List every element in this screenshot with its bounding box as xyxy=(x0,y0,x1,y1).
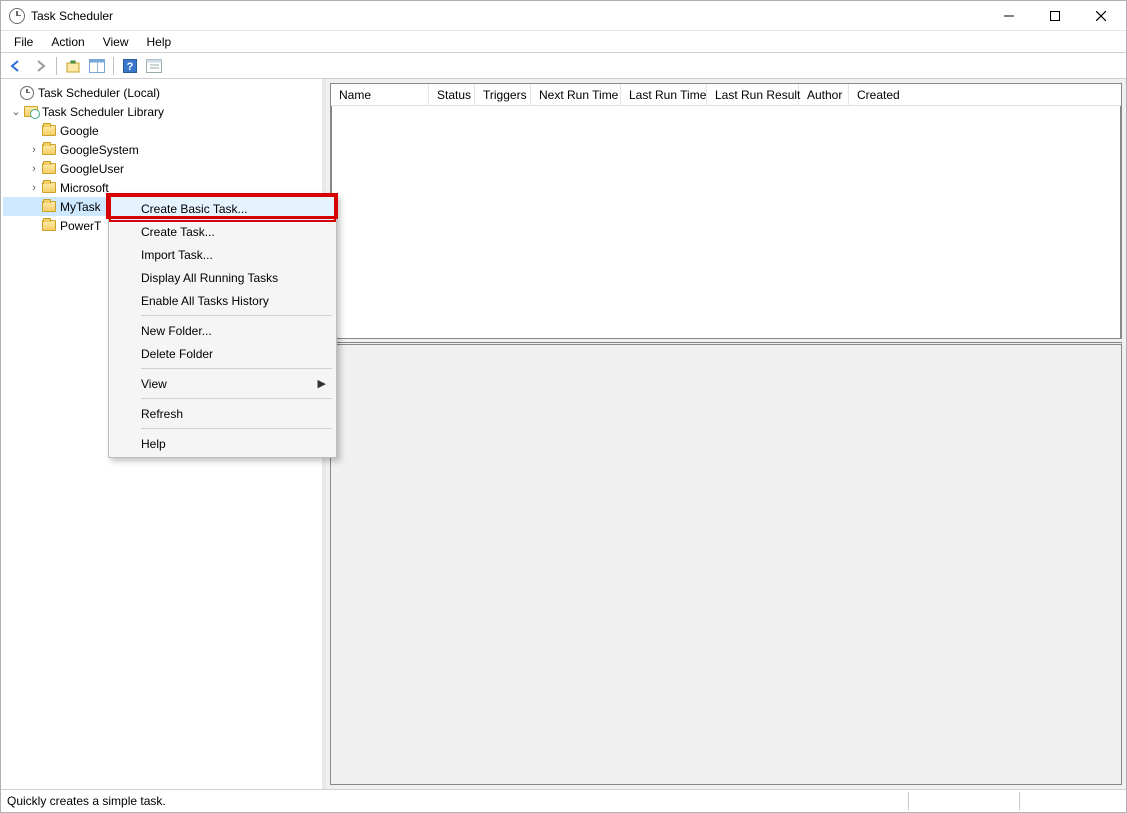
tree-folder-label: MyTask xyxy=(60,200,101,214)
col-last-result[interactable]: Last Run Result xyxy=(707,84,799,106)
expand-icon[interactable]: › xyxy=(27,182,41,194)
menu-refresh[interactable]: Refresh xyxy=(111,402,334,425)
main-pane: Name Status Triggers Next Run Time Last … xyxy=(326,79,1126,789)
help-button[interactable]: ? xyxy=(119,55,141,77)
properties-button[interactable] xyxy=(86,55,108,77)
menu-action[interactable]: Action xyxy=(42,33,93,51)
tree-folder-google[interactable]: Google xyxy=(3,121,320,140)
folder-icon xyxy=(41,161,57,177)
task-list-body[interactable] xyxy=(331,106,1121,339)
up-button[interactable] xyxy=(62,55,84,77)
menu-create-task[interactable]: Create Task... xyxy=(111,220,334,243)
statusbar: Quickly creates a simple task. xyxy=(1,789,1126,812)
tree-folder-label: Microsoft xyxy=(60,181,109,195)
menu-separator xyxy=(141,398,332,399)
menu-separator xyxy=(141,428,332,429)
library-icon xyxy=(23,104,39,120)
tree-folder-googlesystem[interactable]: › GoogleSystem xyxy=(3,140,320,159)
minimize-button[interactable] xyxy=(986,1,1032,31)
col-created[interactable]: Created xyxy=(849,84,1121,106)
clock-icon xyxy=(9,8,25,24)
menubar: File Action View Help xyxy=(1,31,1126,53)
col-last-run[interactable]: Last Run Time xyxy=(621,84,707,106)
close-button[interactable] xyxy=(1078,1,1124,31)
menu-separator xyxy=(141,368,332,369)
tree-library-label: Task Scheduler Library xyxy=(42,105,164,119)
back-button[interactable] xyxy=(5,55,27,77)
menu-new-folder[interactable]: New Folder... xyxy=(111,319,334,342)
toolbar-separator xyxy=(113,57,114,75)
titlebar: Task Scheduler xyxy=(1,1,1126,31)
col-name[interactable]: Name xyxy=(331,84,429,106)
folder-icon xyxy=(41,180,57,196)
folder-icon xyxy=(41,142,57,158)
menu-view[interactable]: View xyxy=(94,33,138,51)
task-list: Name Status Triggers Next Run Time Last … xyxy=(330,83,1122,339)
menu-display-running[interactable]: Display All Running Tasks xyxy=(111,266,334,289)
tree-folder-label: PowerT xyxy=(60,219,101,233)
collapse-icon[interactable]: ⌄ xyxy=(9,105,23,118)
chevron-right-icon: ▶ xyxy=(318,377,326,390)
tree-library[interactable]: ⌄ Task Scheduler Library xyxy=(3,102,320,121)
folder-icon xyxy=(41,199,57,215)
folder-icon xyxy=(41,123,57,139)
menu-enable-history[interactable]: Enable All Tasks History xyxy=(111,289,334,312)
col-next-run[interactable]: Next Run Time xyxy=(531,84,621,106)
status-text: Quickly creates a simple task. xyxy=(7,794,166,808)
toolbar: ? xyxy=(1,53,1126,79)
menu-create-basic-task[interactable]: Create Basic Task... xyxy=(111,197,334,220)
tree-folder-label: GoogleUser xyxy=(60,162,124,176)
expand-icon[interactable]: › xyxy=(27,144,41,156)
tree-folder-label: GoogleSystem xyxy=(60,143,139,157)
expand-icon[interactable]: › xyxy=(27,163,41,175)
folder-icon xyxy=(41,218,57,234)
svg-text:?: ? xyxy=(127,61,134,73)
tree-folder-googleuser[interactable]: › GoogleUser xyxy=(3,159,320,178)
col-triggers[interactable]: Triggers xyxy=(475,84,531,106)
col-author[interactable]: Author xyxy=(799,84,849,106)
window-title: Task Scheduler xyxy=(31,9,113,23)
tree-folder-label: Google xyxy=(60,124,99,138)
menu-delete-folder[interactable]: Delete Folder xyxy=(111,342,334,365)
forward-button[interactable] xyxy=(29,55,51,77)
tree-root-label: Task Scheduler (Local) xyxy=(38,86,160,100)
menu-import-task[interactable]: Import Task... xyxy=(111,243,334,266)
context-menu: Create Basic Task... Create Task... Impo… xyxy=(108,194,337,458)
toolbar-separator xyxy=(56,57,57,75)
menu-help[interactable]: Help xyxy=(138,33,181,51)
menu-help[interactable]: Help xyxy=(111,432,334,455)
maximize-button[interactable] xyxy=(1032,1,1078,31)
clock-icon xyxy=(19,85,35,101)
menu-separator xyxy=(141,315,332,316)
detail-pane xyxy=(330,342,1122,785)
menu-view[interactable]: View▶ xyxy=(111,372,334,395)
view-button[interactable] xyxy=(143,55,165,77)
column-headers: Name Status Triggers Next Run Time Last … xyxy=(331,84,1121,106)
col-status[interactable]: Status xyxy=(429,84,475,106)
tree-root[interactable]: Task Scheduler (Local) xyxy=(3,83,320,102)
menu-file[interactable]: File xyxy=(5,33,42,51)
